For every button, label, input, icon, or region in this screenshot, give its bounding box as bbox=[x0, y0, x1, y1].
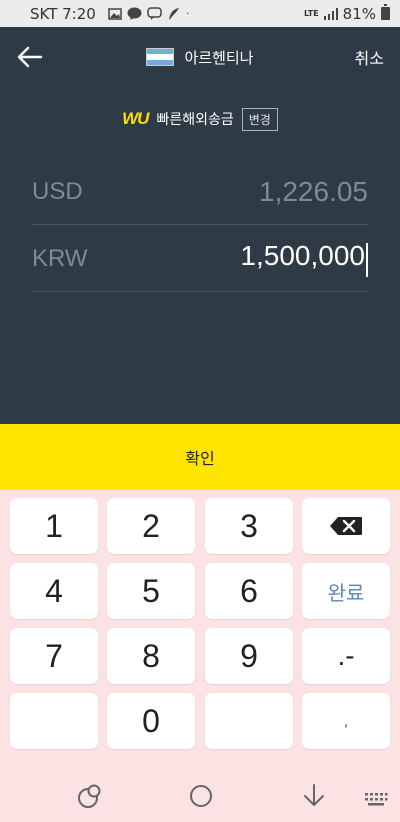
navigation-bar bbox=[0, 770, 400, 822]
carrier-time: SKT 7:20 bbox=[30, 4, 96, 23]
empty-key-right[interactable] bbox=[205, 693, 293, 749]
western-union-logo: WU bbox=[122, 109, 149, 128]
key-8[interactable]: 8 bbox=[107, 628, 195, 684]
battery-percent: 81% bbox=[342, 4, 376, 23]
signal-icon bbox=[323, 7, 338, 20]
done-key[interactable]: 완료 bbox=[302, 563, 390, 619]
battery-icon bbox=[381, 4, 390, 20]
usd-amount-row[interactable]: USD 1,226.05 bbox=[32, 159, 368, 225]
key-1[interactable]: 1 bbox=[10, 498, 98, 554]
country-name: 아르헨티나 bbox=[184, 48, 254, 67]
home-circle-icon bbox=[190, 785, 212, 807]
key-5[interactable]: 5 bbox=[107, 563, 195, 619]
lte-indicator: LTE bbox=[303, 8, 319, 18]
krw-amount-row[interactable]: KRW 1,500,000 bbox=[32, 226, 368, 292]
key-2[interactable]: 2 bbox=[107, 498, 195, 554]
hide-keyboard-button[interactable] bbox=[300, 782, 328, 810]
chat-bubble-icon bbox=[147, 6, 162, 20]
backspace-icon bbox=[330, 517, 362, 535]
krw-amount-input[interactable]: 1,500,000 bbox=[240, 240, 368, 278]
brand-row: WU 빠른해외송금 변경 bbox=[0, 106, 400, 132]
change-button[interactable]: 변경 bbox=[241, 107, 278, 131]
currency-code: USD bbox=[32, 177, 83, 205]
gallery-icon bbox=[108, 7, 122, 20]
header: 아르헨티나 취소 bbox=[0, 27, 400, 87]
status-dot: · bbox=[185, 7, 190, 20]
usd-amount-value: 1,226.05 bbox=[259, 175, 368, 207]
confirm-button[interactable]: 확인 bbox=[0, 424, 400, 490]
down-arrow-icon bbox=[304, 784, 324, 806]
krw-amount-value: 1,500,000 bbox=[240, 239, 365, 271]
keyboard-switch-button[interactable] bbox=[362, 786, 390, 814]
recent-apps-icon bbox=[78, 784, 101, 808]
talk-icon bbox=[127, 7, 142, 20]
decimal-minus-key[interactable]: .- bbox=[302, 628, 390, 684]
key-6[interactable]: 6 bbox=[205, 563, 293, 619]
keyboard-icon bbox=[365, 793, 388, 806]
backspace-key[interactable] bbox=[302, 498, 390, 554]
key-9[interactable]: 9 bbox=[205, 628, 293, 684]
header-title: 아르헨티나 bbox=[0, 27, 400, 87]
empty-key-left[interactable] bbox=[10, 693, 98, 749]
key-4[interactable]: 4 bbox=[10, 563, 98, 619]
comma-label: , bbox=[344, 713, 348, 729]
back-button[interactable] bbox=[14, 41, 46, 73]
key-0[interactable]: 0 bbox=[107, 693, 195, 749]
key-3[interactable]: 3 bbox=[205, 498, 293, 554]
argentina-flag-icon bbox=[146, 48, 175, 66]
recent-apps-button[interactable] bbox=[76, 782, 104, 810]
back-arrow-icon bbox=[17, 46, 43, 68]
decimal-minus-label: .- bbox=[337, 640, 355, 671]
quill-icon bbox=[168, 7, 179, 20]
status-bar: SKT 7:20 · LTE 81% bbox=[0, 0, 400, 27]
brand-name: 빠른해외송금 bbox=[156, 112, 234, 128]
home-button[interactable] bbox=[187, 782, 215, 810]
done-label: 완료 bbox=[327, 582, 365, 605]
key-7[interactable]: 7 bbox=[10, 628, 98, 684]
cancel-button[interactable]: 취소 bbox=[355, 45, 384, 69]
text-cursor bbox=[366, 243, 368, 278]
comma-key[interactable]: , bbox=[302, 693, 390, 749]
currency-code: KRW bbox=[32, 244, 88, 272]
